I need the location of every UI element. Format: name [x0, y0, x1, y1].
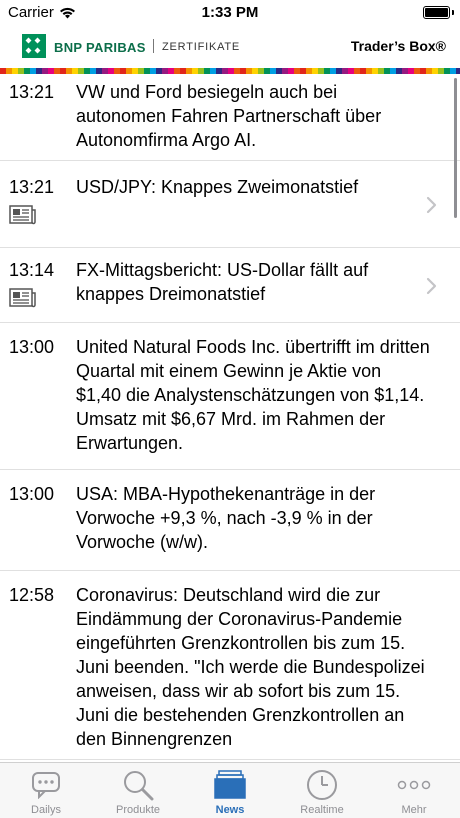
news-title: United Natural Foods Inc. übertrifft im …: [76, 337, 430, 453]
bank-name: BNP PARIBAS: [54, 40, 146, 55]
news-title: USD/JPY: Knappes Zweimonatstief: [76, 177, 359, 197]
newspaper-icon: [9, 288, 76, 308]
tab-dailys[interactable]: Dailys: [0, 763, 92, 818]
news-item[interactable]: 13:00 USA: MBA-Hypothekenanträge in der V…: [0, 470, 460, 571]
tab-news-label: News: [215, 804, 245, 816]
search-icon: [121, 769, 155, 801]
news-time: 13:21: [9, 177, 55, 197]
chevron-right-icon[interactable]: [426, 277, 438, 295]
news-item[interactable]: 13:21 VW und Ford besiegeln auch bei auto…: [0, 74, 460, 161]
news-title: FX-Mittagsbericht: US-Dollar fällt auf k…: [76, 260, 369, 304]
division-label: ZERTIFIKATE: [162, 41, 241, 53]
news-stack-icon: [213, 769, 247, 801]
status-bar: Carrier 1:33 PM: [0, 0, 460, 26]
news-time: 13:00: [9, 337, 55, 357]
news-time-column: 13:14: [0, 258, 76, 308]
news-item[interactable]: 12:58 Coronavirus: Deutschland wird die z…: [0, 571, 460, 760]
news-title: Coronavirus: Deutschland wird die zur Ei…: [76, 585, 425, 749]
tab-produkte-label: Produkte: [115, 804, 161, 816]
news-time: 13:00: [9, 484, 55, 504]
tab-produkte[interactable]: Produkte: [92, 763, 184, 818]
tab-realtime[interactable]: Realtime: [276, 763, 368, 818]
tab-realtime-label: Realtime: [300, 804, 344, 816]
chat-bubble-icon: [29, 769, 63, 801]
news-list[interactable]: 13:21 VW und Ford besiegeln auch bei auto…: [0, 74, 460, 762]
news-time-column: 13:00: [0, 335, 76, 455]
news-item[interactable]: 13:21 USD/JPY: Knappes Zweimonatstief: [0, 161, 460, 248]
news-item[interactable]: 13:14 FX-Mittagsbericht: US-Dollar fällt …: [0, 248, 460, 323]
more-dots-icon: [397, 769, 431, 801]
news-title: USA: MBA-Hypothekenanträge in der Vorwoc…: [76, 484, 376, 552]
news-time: 12:58: [9, 585, 55, 605]
news-time-column: 13:21: [0, 80, 76, 152]
battery-icon: [423, 6, 450, 19]
chevron-right-icon[interactable]: [426, 196, 438, 214]
header-divider: [153, 39, 154, 53]
news-time-column: 13:21: [0, 175, 76, 225]
scroll-indicator[interactable]: [454, 78, 457, 218]
clock-icon: [305, 769, 339, 801]
tab-dailys-label: Dailys: [31, 804, 61, 816]
news-time: 13:21: [9, 82, 55, 102]
tab-mehr-label: Mehr: [401, 804, 427, 816]
news-time: 13:14: [9, 260, 55, 280]
status-time: 1:33 PM: [201, 4, 259, 21]
app-name: Trader’s Box®: [350, 38, 446, 54]
news-item[interactable]: 13:00 United Natural Foods Inc. übertriff…: [0, 323, 460, 470]
brand-header: BNP PARIBAS ZERTIFIKATE Trader’s Box®: [0, 30, 460, 68]
newspaper-icon: [9, 205, 76, 225]
bnp-logo-icon: [22, 34, 46, 58]
news-title: VW und Ford besiegeln auch bei autonomen…: [76, 82, 382, 150]
tab-bar: Dailys Produkte News Realtime Mehr: [0, 762, 460, 818]
news-time-column: 13:00: [0, 482, 76, 554]
tab-mehr[interactable]: Mehr: [368, 763, 460, 818]
news-time-column: 12:58: [0, 583, 76, 751]
tab-news[interactable]: News: [184, 763, 276, 818]
